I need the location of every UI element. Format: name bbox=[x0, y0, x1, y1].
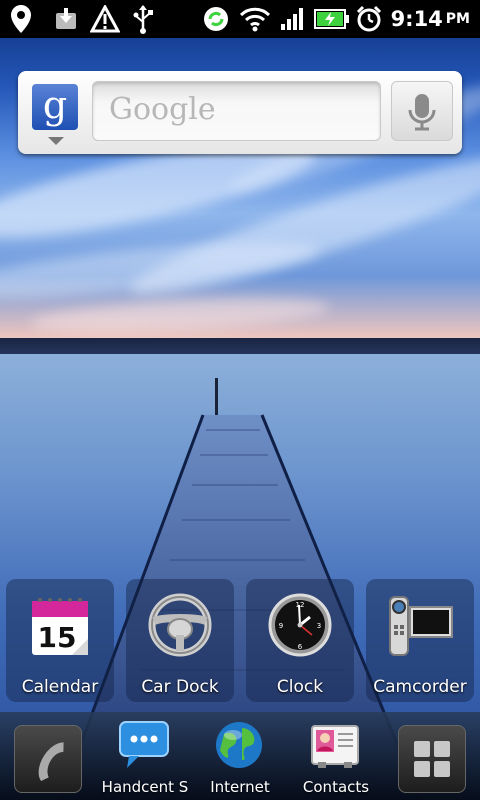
svg-text:9: 9 bbox=[279, 622, 283, 630]
google-search-widget: g Google bbox=[18, 71, 462, 154]
phone-icon bbox=[38, 742, 64, 781]
dock-app-handcent[interactable]: Handcent S bbox=[90, 718, 200, 798]
wifi-icon bbox=[238, 4, 272, 34]
app-grid-icon bbox=[414, 741, 450, 777]
dock-label-contacts: Contacts bbox=[302, 778, 370, 796]
svg-text:6: 6 bbox=[298, 643, 303, 651]
app-clock[interactable]: 12369 Clock bbox=[246, 579, 354, 702]
clock-icon: 12369 bbox=[268, 593, 332, 657]
sync-icon bbox=[200, 4, 232, 34]
search-input[interactable]: Google bbox=[92, 81, 381, 141]
dock-label-handcent: Handcent S bbox=[101, 778, 189, 796]
phone-button[interactable] bbox=[14, 725, 82, 793]
usb-icon bbox=[130, 4, 156, 34]
search-placeholder: Google bbox=[109, 92, 216, 127]
svg-text:3: 3 bbox=[317, 622, 321, 630]
app-label-clock: Clock bbox=[276, 677, 324, 697]
dock-app-contacts[interactable]: Contacts bbox=[281, 718, 391, 798]
battery-charging-icon bbox=[314, 4, 350, 34]
signal-icon bbox=[278, 4, 308, 34]
app-calendar[interactable]: 15 Calendar bbox=[6, 579, 114, 702]
clock-ampm: PM bbox=[445, 11, 470, 27]
calendar-icon: 15 bbox=[32, 598, 88, 655]
app-label-calendar: Calendar bbox=[21, 677, 99, 697]
contacts-card-icon bbox=[311, 725, 359, 768]
app-drawer-button[interactable] bbox=[398, 725, 466, 793]
app-label-car-dock: Car Dock bbox=[141, 677, 219, 697]
alarm-icon bbox=[354, 4, 384, 34]
clock-time: 9:14 bbox=[390, 7, 443, 31]
google-logo-button[interactable]: g bbox=[32, 84, 78, 130]
app-camcorder[interactable]: Camcorder bbox=[366, 579, 474, 702]
chevron-down-icon[interactable] bbox=[48, 137, 64, 145]
steering-wheel-icon bbox=[148, 593, 212, 657]
message-bubble-icon bbox=[119, 721, 169, 768]
status-clock: 9:14 PM bbox=[391, 4, 470, 34]
globe-icon bbox=[216, 722, 262, 768]
dock-bar: Handcent S Internet Contacts bbox=[0, 712, 480, 800]
download-icon bbox=[52, 4, 80, 34]
calendar-day: 15 bbox=[38, 621, 77, 654]
voice-search-button[interactable] bbox=[391, 81, 453, 141]
camcorder-icon bbox=[389, 596, 453, 656]
app-label-camcorder: Camcorder bbox=[373, 677, 467, 697]
dock-app-internet[interactable]: Internet bbox=[185, 718, 295, 798]
warning-icon bbox=[90, 4, 120, 34]
status-bar: 9:14 PM bbox=[0, 0, 480, 38]
app-car-dock[interactable]: Car Dock bbox=[126, 579, 234, 702]
location-pin-icon bbox=[8, 4, 34, 34]
dock-label-internet: Internet bbox=[210, 778, 270, 796]
microphone-icon bbox=[408, 94, 436, 131]
